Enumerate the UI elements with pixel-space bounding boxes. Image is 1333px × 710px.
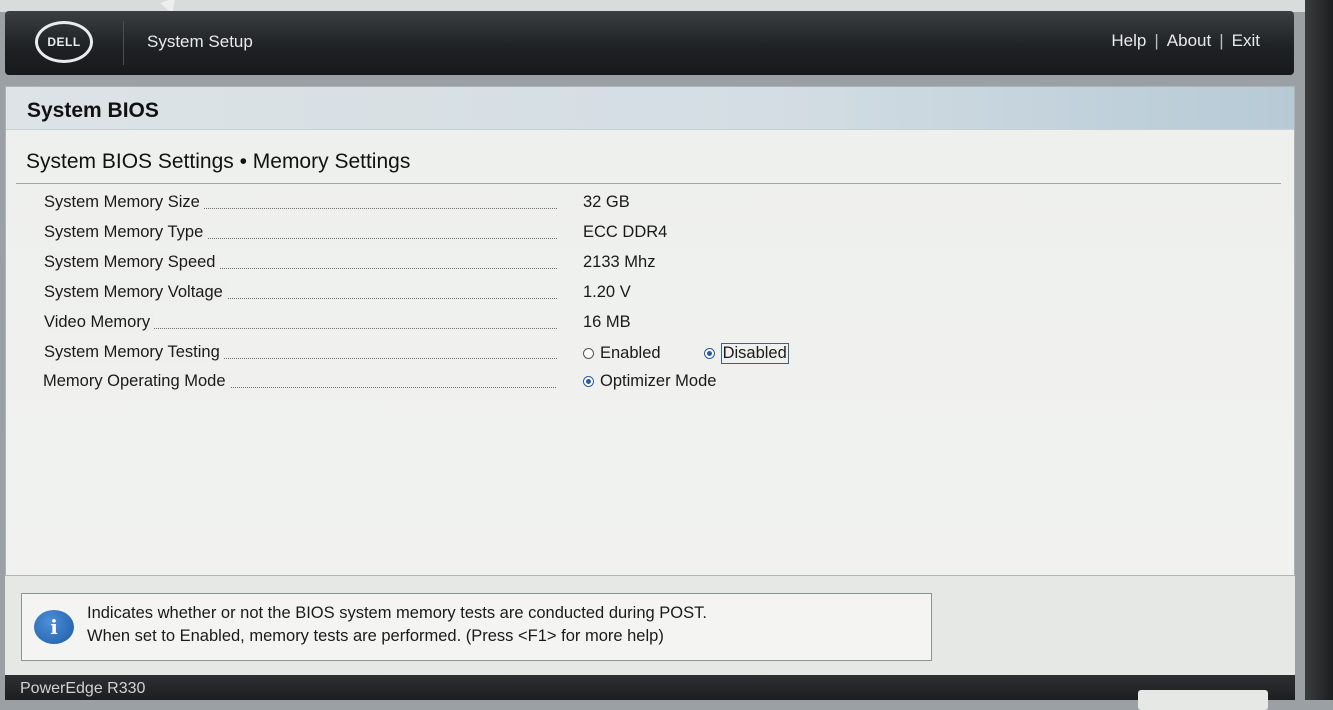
nav-separator: |	[1154, 31, 1159, 50]
setting-label: System Memory Voltage	[44, 283, 227, 302]
help-line-1: Indicates whether or not the BIOS system…	[87, 604, 707, 622]
server-model: PowerEdge R330	[20, 680, 146, 697]
radio-option-enabled[interactable]: Enabled	[583, 344, 661, 363]
setting-row-memory-testing: System Memory Testing Enabled Disabled	[44, 343, 844, 365]
radio-option-disabled[interactable]: Disabled	[703, 343, 789, 364]
back-button[interactable]	[1138, 690, 1268, 710]
header-bar: DELL System Setup Help | About | Exit	[5, 11, 1294, 75]
setting-value: 1.20 V	[583, 283, 631, 301]
radio-label-enabled[interactable]: Enabled	[600, 344, 661, 363]
settings-panel: System BIOS System BIOS Settings • Memor…	[5, 86, 1295, 576]
setting-row-video-memory: Video Memory 16 MB	[44, 313, 844, 335]
radio-checked-icon[interactable]	[703, 348, 715, 359]
panel-title-bar: System BIOS	[6, 87, 1294, 130]
header-nav: Help | About | Exit	[1111, 31, 1260, 51]
help-text: Indicates whether or not the BIOS system…	[87, 602, 707, 648]
setting-row-memory-size: System Memory Size 32 GB	[44, 193, 844, 215]
setting-label: Video Memory	[44, 313, 155, 332]
radio-option-optimizer[interactable]: Optimizer Mode	[583, 372, 716, 391]
setting-label: System Memory Speed	[44, 253, 220, 272]
setting-label: System Memory Testing	[44, 343, 224, 362]
section-title: System BIOS Settings • Memory Settings	[26, 150, 411, 173]
footer-bar: PowerEdge R330	[5, 675, 1295, 700]
setting-value: 16 MB	[583, 313, 631, 331]
monitor-bezel-right	[1305, 0, 1333, 700]
setting-value: ECC DDR4	[583, 223, 668, 241]
setting-value: 32 GB	[583, 193, 630, 211]
operating-mode-radio-group: Optimizer Mode	[583, 372, 759, 391]
about-link[interactable]: About	[1167, 31, 1211, 51]
panel-title: System BIOS	[27, 99, 159, 122]
memory-testing-radio-group: Enabled Disabled	[583, 343, 832, 364]
setting-label: System Memory Type	[44, 223, 208, 242]
help-line-2: When set to Enabled, memory tests are pe…	[87, 627, 664, 645]
radio-label-disabled[interactable]: Disabled	[720, 343, 789, 364]
header-divider	[123, 21, 124, 65]
dell-logo: DELL	[35, 21, 93, 63]
help-box: i Indicates whether or not the BIOS syst…	[21, 593, 932, 661]
radio-unchecked-icon[interactable]	[583, 348, 594, 359]
help-link[interactable]: Help	[1111, 31, 1146, 51]
nav-separator: |	[1219, 31, 1224, 50]
setting-value: 2133 Mhz	[583, 253, 656, 271]
app-title: System Setup	[147, 32, 253, 51]
setting-row-memory-type: System Memory Type ECC DDR4	[44, 223, 844, 245]
setting-label: System Memory Size	[44, 193, 204, 212]
setting-row-memory-speed: System Memory Speed 2133 Mhz	[44, 253, 844, 275]
setting-row-operating-mode: Memory Operating Mode Optimizer Mode	[43, 372, 843, 394]
setting-label: Memory Operating Mode	[43, 372, 230, 391]
radio-checked-icon[interactable]	[583, 376, 594, 387]
radio-label-optimizer[interactable]: Optimizer Mode	[600, 372, 716, 391]
exit-link[interactable]: Exit	[1232, 31, 1260, 51]
section-divider	[16, 183, 1281, 184]
setting-row-memory-voltage: System Memory Voltage 1.20 V	[44, 283, 844, 305]
info-icon: i	[34, 610, 74, 644]
